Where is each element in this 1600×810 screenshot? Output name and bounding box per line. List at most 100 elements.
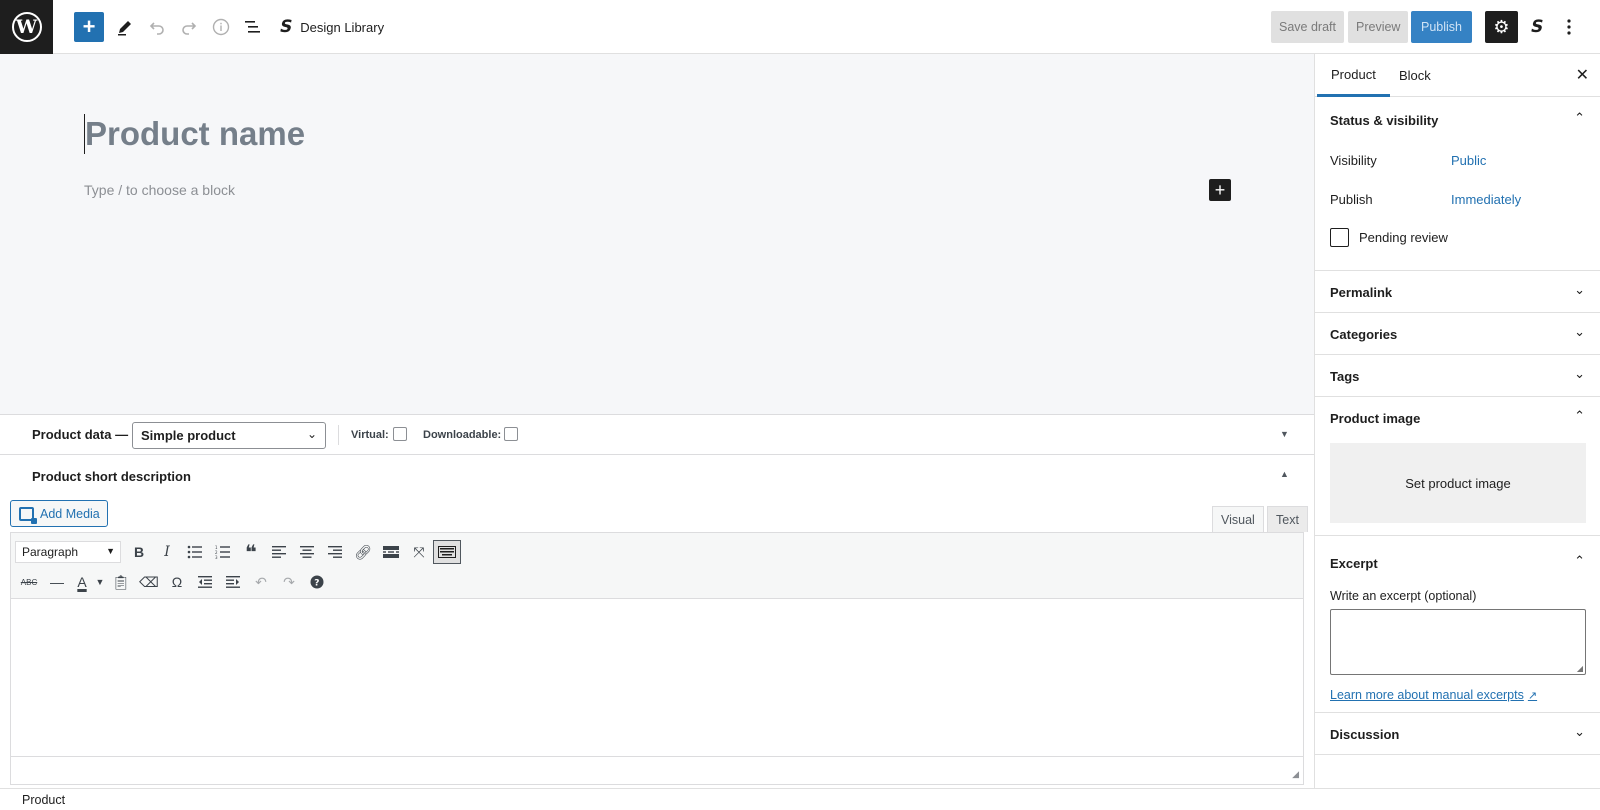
- add-media-label: Add Media: [40, 506, 100, 521]
- align-right-button[interactable]: [321, 539, 349, 565]
- plus-icon: +: [82, 14, 96, 39]
- redo-button[interactable]: [174, 12, 204, 42]
- product-type-value: Simple product: [141, 428, 236, 443]
- virtual-checkbox[interactable]: [393, 427, 407, 441]
- paste-text-button[interactable]: 📋︎: [107, 569, 135, 595]
- learn-more-label: Learn more about manual excerpts: [1330, 688, 1524, 702]
- horizontal-line-button[interactable]: —: [43, 569, 71, 595]
- product-title-field[interactable]: Product name: [84, 114, 305, 154]
- chevron-up-icon[interactable]: ⌃: [1574, 553, 1585, 569]
- fullscreen-button[interactable]: ⤧: [405, 539, 433, 565]
- close-icon[interactable]: ✕: [1576, 65, 1589, 85]
- settings-sidebar: Product Block ✕ Status & visibility ⌃ Vi…: [1314, 54, 1600, 788]
- set-product-image-label: Set product image: [1405, 475, 1511, 491]
- omega-icon: Ω: [171, 574, 183, 590]
- strikethrough-button[interactable]: ABC: [15, 569, 43, 595]
- tab-visual[interactable]: Visual: [1212, 506, 1264, 532]
- panel-tags[interactable]: Tags ⌄: [1315, 355, 1600, 397]
- list-view-button[interactable]: [238, 12, 268, 42]
- stackable-settings-button[interactable]: S: [1522, 12, 1552, 42]
- resize-handle-icon[interactable]: ◢: [1577, 664, 1583, 673]
- preview-button[interactable]: Preview: [1348, 11, 1409, 43]
- align-right-icon: [328, 546, 342, 558]
- short-description-header[interactable]: Product short description ▲: [0, 455, 1314, 495]
- editor-undo-button[interactable]: ↶: [247, 569, 275, 595]
- keyboard-shortcuts-button[interactable]: ?: [303, 569, 331, 595]
- numbered-list-button[interactable]: 123: [209, 539, 237, 565]
- indent-button[interactable]: [219, 569, 247, 595]
- breadcrumb[interactable]: Product: [22, 793, 65, 807]
- publish-button[interactable]: Publish: [1411, 11, 1472, 43]
- redo-icon: ↷: [283, 573, 295, 590]
- resize-handle-icon[interactable]: ◢: [1292, 769, 1299, 780]
- downloadable-label: Downloadable:: [423, 429, 502, 441]
- panel-categories[interactable]: Categories ⌄: [1315, 313, 1600, 355]
- italic-icon: I: [164, 544, 170, 560]
- product-type-select[interactable]: Simple product ⌄: [132, 422, 326, 449]
- editor-content-area[interactable]: [11, 599, 1303, 756]
- outdent-icon: [198, 576, 212, 588]
- fullscreen-icon: ⤧: [413, 543, 425, 560]
- block-placeholder[interactable]: Type / to choose a block: [84, 182, 235, 198]
- tab-block[interactable]: Block: [1385, 54, 1445, 97]
- panel-title[interactable]: Excerpt: [1330, 556, 1378, 571]
- panel-title[interactable]: Status & visibility: [1330, 113, 1438, 128]
- wordpress-logo-button[interactable]: W: [0, 0, 53, 54]
- toggle-panel-icon[interactable]: ▲: [1280, 469, 1289, 479]
- text-color-button[interactable]: A: [71, 569, 93, 595]
- tab-product[interactable]: Product: [1317, 54, 1390, 97]
- tools-button[interactable]: [110, 12, 140, 42]
- undo-button[interactable]: [142, 12, 172, 42]
- downloadable-checkbox[interactable]: [504, 427, 518, 441]
- visibility-link[interactable]: Public: [1451, 153, 1486, 168]
- outdent-button[interactable]: [191, 569, 219, 595]
- align-left-button[interactable]: [265, 539, 293, 565]
- editor-redo-button[interactable]: ↷: [275, 569, 303, 595]
- align-center-button[interactable]: [293, 539, 321, 565]
- block-inserter-button[interactable]: +: [74, 12, 104, 42]
- text-color-dropdown[interactable]: ▼: [93, 569, 107, 595]
- pencil-icon: [118, 21, 131, 36]
- chevron-up-icon[interactable]: ⌃: [1574, 408, 1585, 424]
- product-data-label: Product data —: [32, 427, 129, 442]
- options-menu-button[interactable]: [1556, 12, 1582, 42]
- add-block-button[interactable]: +: [1209, 179, 1231, 201]
- excerpt-textarea[interactable]: ◢: [1330, 609, 1586, 675]
- toolbar-toggle-button[interactable]: [433, 540, 461, 564]
- panel-discussion[interactable]: Discussion ⌄: [1315, 713, 1600, 755]
- insert-link-button[interactable]: 🔗︎: [349, 539, 377, 565]
- details-button[interactable]: [206, 12, 236, 42]
- toggle-panel-icon[interactable]: ▼: [1280, 429, 1289, 439]
- tab-text[interactable]: Text: [1267, 506, 1308, 532]
- caret-down-icon: ▼: [95, 577, 105, 587]
- special-character-button[interactable]: Ω: [163, 569, 191, 595]
- bullet-list-icon: [187, 545, 202, 559]
- pending-review-checkbox[interactable]: [1330, 228, 1349, 247]
- stackable-logo-icon: S: [277, 17, 295, 37]
- set-product-image-button[interactable]: Set product image: [1330, 443, 1586, 523]
- read-more-button[interactable]: [377, 539, 405, 565]
- add-media-button[interactable]: Add Media: [10, 500, 108, 527]
- clear-formatting-button[interactable]: ⌫: [135, 569, 163, 595]
- read-more-icon: [383, 546, 399, 558]
- format-value: Paragraph: [22, 545, 79, 559]
- svg-text:?: ?: [314, 579, 319, 589]
- stackable-logo-icon: S: [1528, 17, 1546, 37]
- learn-more-excerpts-link[interactable]: Learn more about manual excerpts ↗: [1330, 688, 1537, 702]
- quote-icon: ❝: [245, 541, 257, 564]
- design-library-button[interactable]: S Design Library: [277, 12, 384, 42]
- bullet-list-button[interactable]: [181, 539, 209, 565]
- classic-editor: Paragraph ▼ B I 123 ❝ 🔗︎ ⤧ ABC — A ▼ 📋︎ …: [10, 532, 1304, 785]
- bold-button[interactable]: B: [125, 539, 153, 565]
- publish-date-link[interactable]: Immediately: [1451, 192, 1521, 207]
- settings-button[interactable]: ⚙: [1485, 11, 1518, 43]
- save-draft-button[interactable]: Save draft: [1271, 11, 1344, 43]
- panel-title[interactable]: Product image: [1330, 411, 1420, 426]
- plus-icon: +: [1214, 179, 1226, 200]
- blockquote-button[interactable]: ❝: [237, 539, 265, 565]
- chevron-down-icon: ⌄: [1574, 366, 1585, 381]
- italic-button[interactable]: I: [153, 539, 181, 565]
- chevron-up-icon[interactable]: ⌃: [1574, 110, 1585, 126]
- panel-permalink[interactable]: Permalink ⌄: [1315, 271, 1600, 313]
- format-select[interactable]: Paragraph ▼: [15, 541, 121, 563]
